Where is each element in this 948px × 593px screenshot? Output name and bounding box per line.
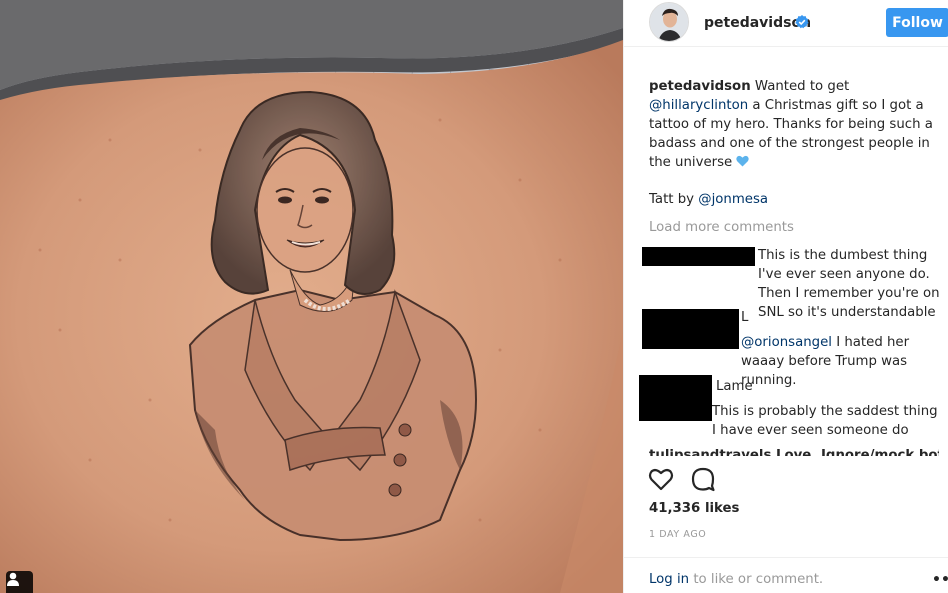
post-details-panel: petedavidson Follow petedavidson Wanted … [623, 0, 948, 593]
heart-outline-icon[interactable] [648, 466, 674, 492]
caption-text-part: Wanted to get [750, 79, 850, 94]
load-more-comments-link[interactable]: Load more comments [649, 218, 794, 237]
more-options-icon[interactable]: ••• [932, 572, 948, 588]
caption-credit: Tatt by @jonmesa [649, 190, 768, 209]
caption-mention-link[interactable]: @hillaryclinton [649, 98, 748, 113]
redacted-username-block [642, 247, 755, 266]
caption-username[interactable]: petedavidson [649, 79, 751, 94]
post-header: petedavidson Follow [624, 0, 948, 47]
redacted-username-block [639, 375, 712, 421]
blue-heart-emoji-icon [736, 155, 750, 167]
tattoo-photo-image [0, 0, 623, 593]
comment-suffix: L [741, 310, 749, 325]
login-link[interactable]: Log in [649, 572, 689, 587]
user-tag-icon[interactable] [6, 571, 33, 593]
post-footer: Log in to like or comment. ••• [624, 557, 948, 593]
likes-count[interactable]: 41,336 likes [649, 501, 739, 516]
comment-text: Lame [716, 379, 753, 394]
comment-mention-link[interactable]: @orionsangel [741, 335, 832, 350]
speech-bubble-icon[interactable] [690, 466, 716, 492]
comment-line: @orionsangel I hated her waaay before Tr… [741, 333, 941, 390]
caption-credit-prefix: Tatt by [649, 192, 699, 207]
artist-mention-link[interactable]: @jonmesa [698, 192, 768, 207]
login-prompt-suffix: to like or comment. [689, 572, 824, 587]
comment-text: tulipsandtravels Love. Ignore/mock bots [649, 448, 939, 456]
comment-text: This is the dumbest thing I've ever seen… [758, 248, 940, 320]
verified-badge-icon [795, 15, 809, 29]
comment-text: This is probably the saddest thing I hav… [712, 404, 938, 438]
post-caption: petedavidson Wanted to get @hillaryclint… [649, 77, 939, 172]
login-prompt: Log in to like or comment. [649, 572, 823, 587]
post-photo[interactable] [0, 0, 623, 593]
follow-button[interactable]: Follow [886, 8, 948, 37]
comment-clip: tulipsandtravels Love. Ignore/mock bots [649, 446, 939, 456]
avatar[interactable] [649, 2, 689, 42]
post-timestamp: 1 DAY AGO [649, 529, 707, 540]
redacted-username-block [642, 309, 739, 349]
